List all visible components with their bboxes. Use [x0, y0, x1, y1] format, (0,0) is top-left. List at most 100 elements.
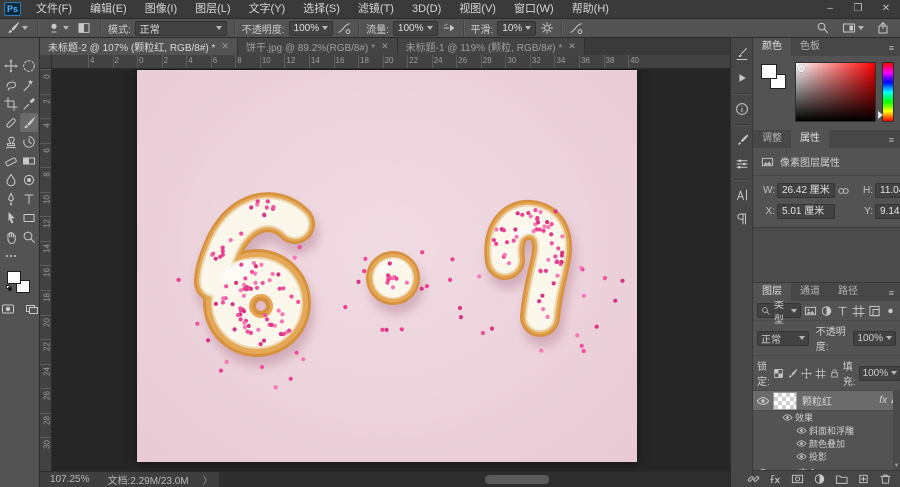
adjustment-layer-button[interactable]	[813, 472, 826, 486]
brush-tool[interactable]	[19, 113, 38, 132]
shape-tool[interactable]	[20, 208, 38, 227]
visibility-toggle[interactable]	[793, 451, 809, 462]
effect-row[interactable]: 投影	[753, 450, 900, 463]
add-mask-button[interactable]	[791, 472, 804, 486]
lock-brush-tool[interactable]	[787, 368, 798, 379]
fill-select[interactable]: 100%	[858, 365, 900, 381]
lasso-tool[interactable]	[2, 75, 20, 94]
menu-item-4[interactable]: 文字(Y)	[240, 0, 295, 18]
link-wh-icon[interactable]	[837, 184, 850, 198]
opacity-select-caret[interactable]	[322, 26, 329, 30]
airbrush-icon[interactable]	[442, 21, 456, 35]
brush-tool-preset[interactable]	[4, 21, 30, 35]
menu-item-5[interactable]: 选择(S)	[294, 0, 349, 18]
layer-filter-select[interactable]: 类型	[757, 300, 801, 326]
panel-button-info[interactable]	[731, 97, 753, 121]
color-panel-swatches[interactable]	[759, 62, 789, 122]
panel-button-paragraph[interactable]	[731, 207, 753, 231]
gradient-tool[interactable]	[20, 151, 38, 170]
canvas-pasteboard[interactable]: 0 2 4 6 8 10 12 14 16 18 20 22 24 26 28 30	[40, 69, 730, 471]
panel-menu-icon[interactable]: ≡	[889, 135, 895, 145]
type-tool[interactable]	[20, 189, 38, 208]
panel-button-brush-presets[interactable]	[731, 42, 753, 66]
search-icon[interactable]	[816, 21, 830, 35]
foreground-background-colors[interactable]	[5, 269, 33, 295]
dodge-tool[interactable]	[20, 170, 38, 189]
document-canvas[interactable]	[137, 70, 637, 462]
tab-close-icon[interactable]: ✕	[381, 41, 389, 52]
visibility-toggle[interactable]	[753, 394, 773, 408]
pen-tool[interactable]	[2, 189, 20, 208]
lock-move-tool[interactable]	[800, 367, 812, 379]
share-icon[interactable]	[876, 21, 890, 35]
filter-frame[interactable]	[852, 304, 865, 318]
scrollbar-thumb[interactable]	[484, 475, 549, 484]
filter-caret[interactable]	[791, 308, 797, 313]
layer-fx-badge[interactable]: fx	[879, 395, 889, 406]
pressure-opacity-icon[interactable]	[337, 21, 351, 35]
flow-select-caret[interactable]	[426, 26, 433, 30]
effect-name[interactable]: 斜面和浮雕	[809, 424, 854, 437]
pressure-size-icon[interactable]	[569, 21, 583, 35]
default-colors-icon[interactable]	[5, 285, 13, 292]
preset-caret[interactable]	[22, 26, 28, 30]
more-tools[interactable]	[2, 246, 20, 265]
filter-adjust[interactable]	[820, 304, 833, 318]
move-tool[interactable]	[2, 56, 20, 75]
document-tab-2[interactable]: 未标题-1 @ 119% (颗粒, RGB/8#) * ✕	[397, 38, 585, 55]
lock-lock[interactable]	[829, 368, 840, 379]
status-options-chevron[interactable]: 〉	[197, 472, 219, 487]
effect-row[interactable]: 斜面和浮雕	[753, 424, 900, 437]
menu-item-10[interactable]: 帮助(H)	[563, 0, 618, 18]
effect-name[interactable]: 投影	[809, 450, 827, 463]
effect-name[interactable]: 效果	[795, 411, 813, 424]
mode-select[interactable]: 正常	[134, 20, 227, 36]
y-field[interactable]: 9.14 厘米	[875, 204, 900, 219]
ruler-origin-corner[interactable]	[40, 55, 52, 68]
blur-tool[interactable]	[2, 170, 20, 189]
healing-brush-tool[interactable]	[2, 113, 20, 132]
fill-caret[interactable]	[891, 371, 898, 375]
height-field[interactable]: 11.04 厘米	[875, 183, 900, 198]
opacity-caret[interactable]	[886, 336, 892, 340]
quick-mask-button[interactable]	[0, 299, 17, 318]
panel-menu-icon[interactable]: ≡	[889, 43, 895, 53]
scroll-down-icon[interactable]: ▼	[893, 463, 900, 469]
visibility-toggle[interactable]	[793, 425, 809, 436]
menu-item-8[interactable]: 视图(V)	[450, 0, 505, 18]
hue-slider[interactable]	[878, 62, 894, 122]
brush-preset-picker[interactable]	[45, 21, 71, 35]
expand-group-icon[interactable]: ▸	[773, 468, 781, 470]
history-brush-tool[interactable]	[20, 132, 38, 151]
tab-图层[interactable]: 图层	[753, 283, 791, 301]
smoothing-options-gear-icon[interactable]	[540, 21, 554, 35]
filter-smart-object[interactable]	[868, 304, 881, 318]
lock-checker[interactable]	[773, 368, 784, 379]
zoom-level[interactable]: 107.25%	[40, 474, 99, 485]
tab-色板[interactable]: 色板	[791, 38, 829, 56]
tab-颜色[interactable]: 颜色	[753, 38, 791, 56]
group-row-夹心[interactable]: ▸ 夹心	[753, 463, 900, 470]
layer-row-颗粒红[interactable]: 颗粒红fx▲	[753, 391, 900, 411]
layers-opacity-select[interactable]: 100%	[853, 330, 896, 346]
workspace-switcher[interactable]	[840, 21, 866, 35]
panel-button-brushes[interactable]	[731, 152, 753, 176]
close-button[interactable]: ✕	[872, 0, 900, 18]
blend-caret[interactable]	[798, 336, 805, 340]
menu-item-1[interactable]: 编辑(E)	[81, 0, 136, 18]
layer-name[interactable]: 颗粒红	[802, 393, 832, 408]
menu-item-0[interactable]: 文件(F)	[27, 0, 81, 18]
panel-button-actions[interactable]	[731, 66, 753, 90]
effect-row[interactable]: 效果	[753, 411, 900, 424]
group-name[interactable]: 夹心	[798, 465, 818, 470]
screen-mode-button[interactable]	[23, 299, 41, 318]
menu-item-6[interactable]: 滤镜(T)	[349, 0, 403, 18]
tab-路径[interactable]: 路径	[829, 283, 867, 301]
panel-menu-icon[interactable]: ≡	[889, 288, 895, 298]
link-wh-icon[interactable]	[837, 184, 850, 198]
marquee-tool[interactable]	[20, 56, 38, 75]
toggle-brush-panel-button[interactable]	[75, 21, 93, 35]
menu-item-7[interactable]: 3D(D)	[403, 0, 450, 18]
crop-tool[interactable]	[2, 94, 20, 113]
visibility-toggle[interactable]	[779, 412, 795, 423]
